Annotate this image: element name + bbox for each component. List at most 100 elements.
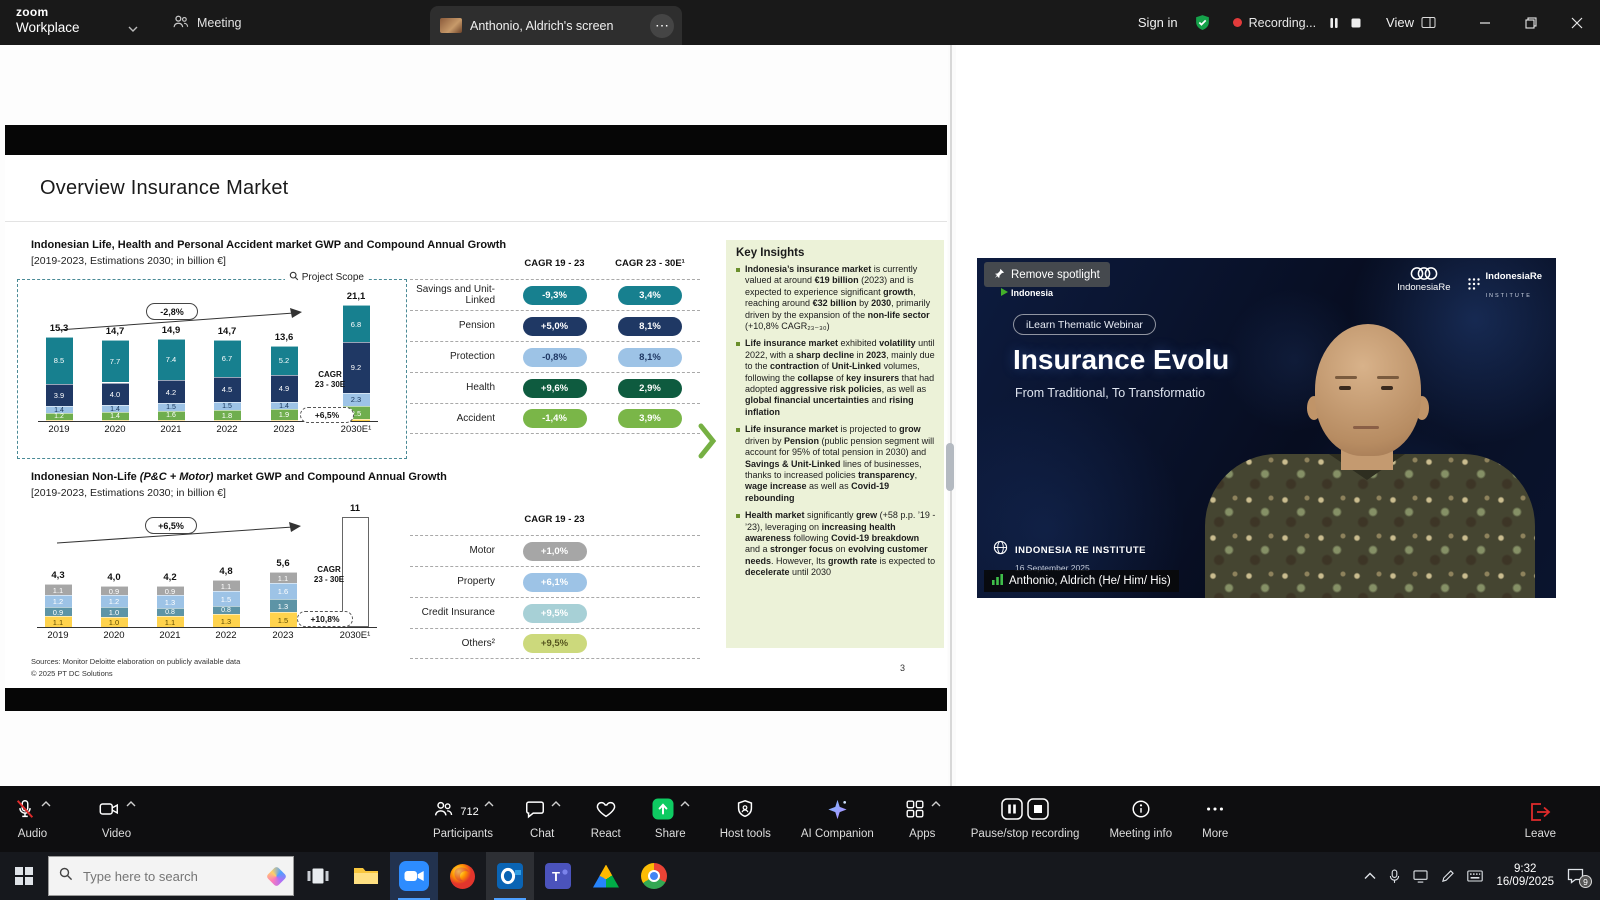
chat-button[interactable]: Chat bbox=[524, 786, 561, 852]
pause-recording-icon[interactable] bbox=[1328, 17, 1340, 29]
bar-segment: 1.0 bbox=[101, 617, 128, 627]
view-layout-icon[interactable] bbox=[1421, 16, 1436, 29]
touch-keyboard-tray-icon[interactable] bbox=[1467, 870, 1483, 882]
bar-total-label: 5,6 bbox=[261, 558, 305, 569]
toolbar-left-group: Audio Video bbox=[14, 786, 136, 852]
cagr-cell: 8,1% bbox=[604, 317, 696, 336]
bar-segment: 0.9 bbox=[45, 607, 72, 616]
indonesia-re-institute-logo: IndonesiaReINSTITUTE bbox=[1467, 266, 1543, 302]
cagr-row: Pension+5,0%8,1% bbox=[410, 310, 700, 341]
maximize-button[interactable] bbox=[1508, 0, 1554, 45]
participants-button[interactable]: 712Participants bbox=[432, 786, 493, 852]
close-button[interactable] bbox=[1554, 0, 1600, 45]
google-drive-taskbar-icon[interactable] bbox=[582, 852, 630, 900]
chevron-up-icon[interactable] bbox=[551, 801, 561, 807]
sign-in-button[interactable]: Sign in bbox=[1138, 15, 1178, 30]
file-explorer-taskbar-icon[interactable] bbox=[342, 852, 390, 900]
insight-bullet: Indonesia’s insurance market is currentl… bbox=[736, 264, 936, 332]
audio-icon-area bbox=[14, 799, 51, 825]
cagr-cell: 3,9% bbox=[604, 409, 696, 428]
chevron-up-tray-icon[interactable] bbox=[1364, 872, 1376, 880]
video-icon-area bbox=[97, 799, 136, 825]
copyright-note: © 2025 PT DC Solutions bbox=[31, 669, 113, 678]
cagr-pill: 8,1% bbox=[618, 317, 682, 336]
x-axis-label: 2030E¹ bbox=[331, 424, 381, 435]
clock-date: 16/09/2025 bbox=[1496, 876, 1554, 889]
notifications-button[interactable]: 9 bbox=[1567, 868, 1590, 884]
meeting-info-button[interactable]: Meeting info bbox=[1109, 786, 1172, 852]
host-tools-button[interactable]: Host tools bbox=[720, 786, 771, 852]
host-shield-icon bbox=[734, 798, 756, 825]
cagr-row: Credit Insurance+9,5% bbox=[410, 597, 700, 628]
zoom-taskbar-icon[interactable] bbox=[390, 852, 438, 900]
microphone-tray-icon[interactable] bbox=[1389, 869, 1400, 884]
x-axis-label: 2030E¹ bbox=[330, 630, 380, 641]
tab-meeting[interactable]: Meeting bbox=[172, 0, 241, 45]
chevron-up-icon[interactable] bbox=[484, 801, 494, 807]
bar-segment: 1.1 bbox=[213, 580, 240, 591]
minimize-button[interactable] bbox=[1462, 0, 1508, 45]
video-button[interactable]: Video bbox=[97, 786, 136, 852]
letterbox-bottom bbox=[5, 688, 947, 711]
remove-spotlight-button[interactable]: Remove spotlight bbox=[984, 262, 1110, 287]
more-button[interactable]: More bbox=[1202, 786, 1228, 852]
bar-segment: 1.5 bbox=[270, 612, 297, 627]
teams-taskbar-icon[interactable]: T bbox=[534, 852, 582, 900]
panel-divider bbox=[950, 45, 952, 786]
ai-companion-button[interactable]: AI Companion bbox=[801, 786, 874, 852]
chevron-up-icon[interactable] bbox=[931, 801, 941, 807]
outlook-taskbar-icon[interactable] bbox=[486, 852, 534, 900]
deloitte-indonesia-label: Indonesia bbox=[1011, 288, 1053, 298]
display-tray-icon[interactable] bbox=[1413, 870, 1428, 883]
start-button[interactable] bbox=[0, 852, 48, 900]
taskbar-search[interactable] bbox=[48, 856, 294, 896]
pen-tray-icon[interactable] bbox=[1441, 870, 1454, 883]
chevron-down-icon[interactable] bbox=[128, 19, 138, 37]
pause-stop-recording-button[interactable]: Pause/stop recording bbox=[971, 786, 1080, 852]
search-highlights-icon[interactable] bbox=[266, 865, 287, 886]
apps-label: Apps bbox=[909, 828, 935, 840]
presentation-slide: Overview Insurance Market Indonesian Lif… bbox=[5, 155, 947, 688]
cagr-pill: +6,1% bbox=[523, 573, 587, 592]
bar-segment: 1.3 bbox=[213, 614, 240, 627]
view-button[interactable]: View bbox=[1386, 15, 1414, 30]
meeting-content-area: Overview Insurance Market Indonesian Lif… bbox=[0, 45, 1600, 786]
chevron-up-icon[interactable] bbox=[680, 801, 690, 807]
share-button[interactable]: Share bbox=[651, 786, 690, 852]
shared-screen-region: Overview Insurance Market Indonesian Lif… bbox=[0, 45, 948, 786]
bar-segment: 1.4 bbox=[271, 402, 298, 410]
video-label: Video bbox=[102, 828, 131, 840]
green-mark-icon bbox=[1001, 288, 1008, 298]
task-view-taskbar-icon[interactable] bbox=[294, 852, 342, 900]
tab-screen-share[interactable]: Anthonio, Aldrich's screen ⋯ bbox=[430, 6, 682, 45]
search-input[interactable] bbox=[81, 868, 261, 885]
chevron-up-icon[interactable] bbox=[126, 801, 136, 807]
cagr-pill: 3,9% bbox=[618, 409, 682, 428]
firefox-taskbar-icon[interactable] bbox=[438, 852, 486, 900]
bar-segment: 4.5 bbox=[214, 377, 241, 402]
bar-segment: 4.9 bbox=[271, 375, 298, 402]
apps-button[interactable]: Apps bbox=[904, 786, 941, 852]
chrome-taskbar-icon[interactable] bbox=[630, 852, 678, 900]
toolbar-center-group: 712Participants Chat React Share Host tools A… bbox=[432, 786, 1228, 852]
cagr-23-30-value-oval: +10,8% bbox=[297, 611, 353, 627]
security-shield-icon[interactable] bbox=[1194, 14, 1211, 31]
chevron-up-icon[interactable] bbox=[41, 801, 51, 807]
bar-segment: 7.4 bbox=[158, 339, 185, 380]
bar-segment: 4.0 bbox=[102, 383, 129, 405]
audio-button[interactable]: Audio bbox=[14, 786, 51, 852]
bar-segment: 7.7 bbox=[102, 340, 129, 382]
key-insights-panel: Key Insights Indonesia’s insurance marke… bbox=[726, 240, 944, 648]
divider-drag-handle[interactable] bbox=[946, 443, 954, 491]
cagr-cell: -1,4% bbox=[505, 409, 604, 428]
react-label: React bbox=[591, 828, 621, 840]
cagr-pill: 8,1% bbox=[618, 348, 682, 367]
react-button[interactable]: React bbox=[591, 786, 621, 852]
x-axis-label: 2019 bbox=[33, 630, 83, 641]
tab-more-options-icon[interactable]: ⋯ bbox=[650, 14, 674, 38]
recording-dot-icon bbox=[1233, 18, 1242, 27]
stop-recording-icon[interactable] bbox=[1350, 17, 1362, 29]
leave-button[interactable]: Leave bbox=[1525, 786, 1556, 852]
taskbar-clock[interactable]: 9:32 16/09/2025 bbox=[1496, 863, 1554, 889]
project-scope-label: Project Scope bbox=[285, 271, 368, 284]
